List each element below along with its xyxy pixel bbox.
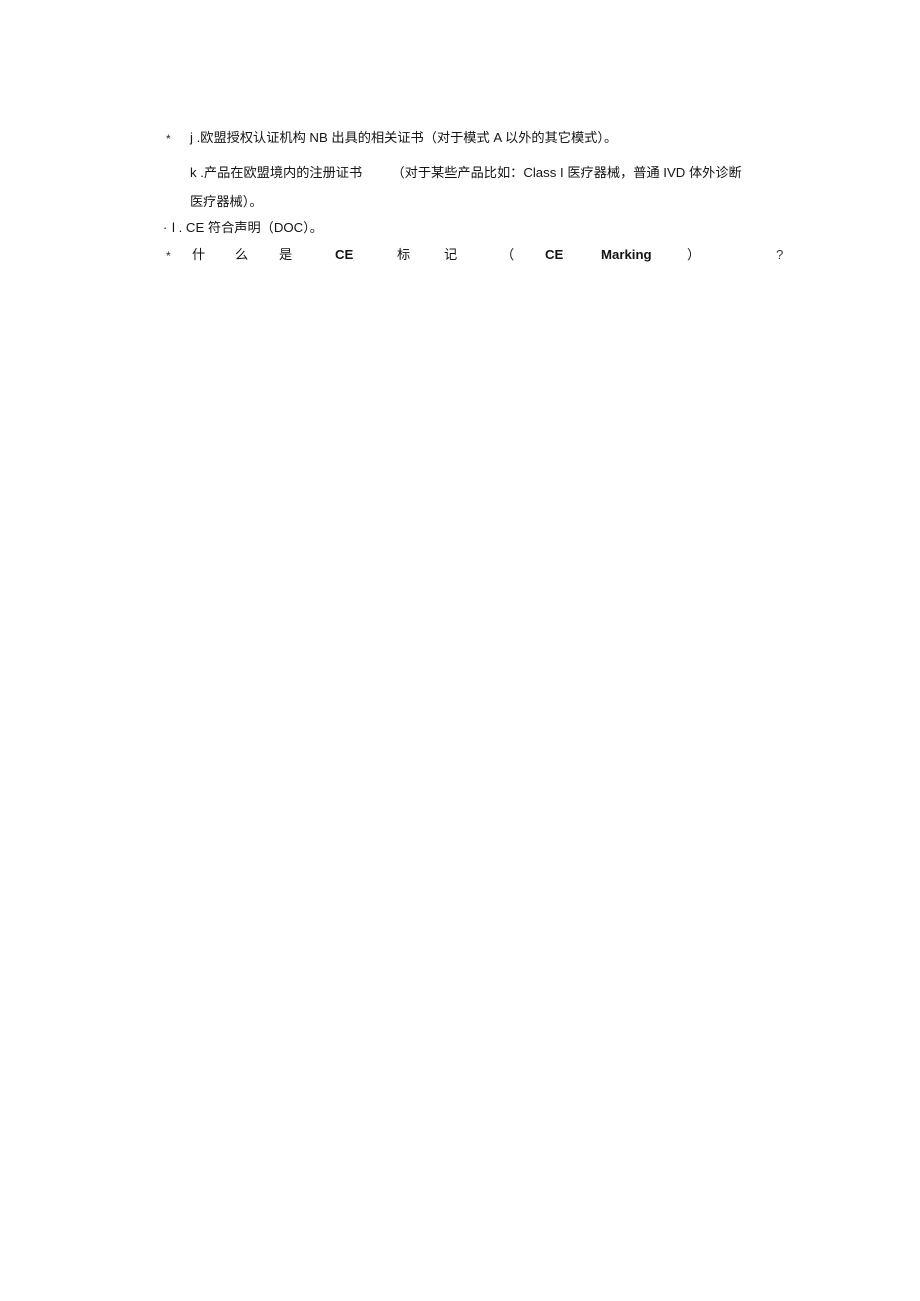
- heading-char-5: 记: [444, 247, 458, 262]
- heading-marking: Marking: [601, 247, 652, 262]
- heading-what-is-ce-marking: 什 么 是 CE 标 记 （ CE Marking ） ?: [0, 248, 920, 266]
- bullet-marker-dot-l: ·: [163, 220, 168, 235]
- heading-ce-2: CE: [545, 247, 564, 262]
- list-item-j: j .欧盟授权认证机构 NB 出具的相关证书（对于模式 A 以外的其它模式）。: [190, 130, 618, 145]
- heading-ce-1: CE: [335, 247, 354, 262]
- heading-char-1: 么: [235, 247, 249, 262]
- list-item-k: k .产品在欧盟境内的注册证书 （对于某些产品比如：Class I 医疗器械，普…: [190, 165, 742, 180]
- heading-paren-open: （: [501, 247, 515, 262]
- heading-char-2: 是: [279, 247, 293, 262]
- heading-char-0: 什: [192, 247, 206, 262]
- heading-paren-close: ）: [687, 247, 701, 262]
- document-page: * j .欧盟授权认证机构 NB 出具的相关证书（对于模式 A 以外的其它模式）…: [0, 0, 920, 1301]
- bullet-marker-asterisk-j: *: [166, 132, 171, 146]
- list-item-l: l . CE 符合声明（DOC）。: [172, 220, 323, 235]
- heading-question-mark: ?: [776, 247, 784, 262]
- list-item-k-continuation: 医疗器械）。: [190, 194, 263, 209]
- heading-char-4: 标: [397, 247, 411, 262]
